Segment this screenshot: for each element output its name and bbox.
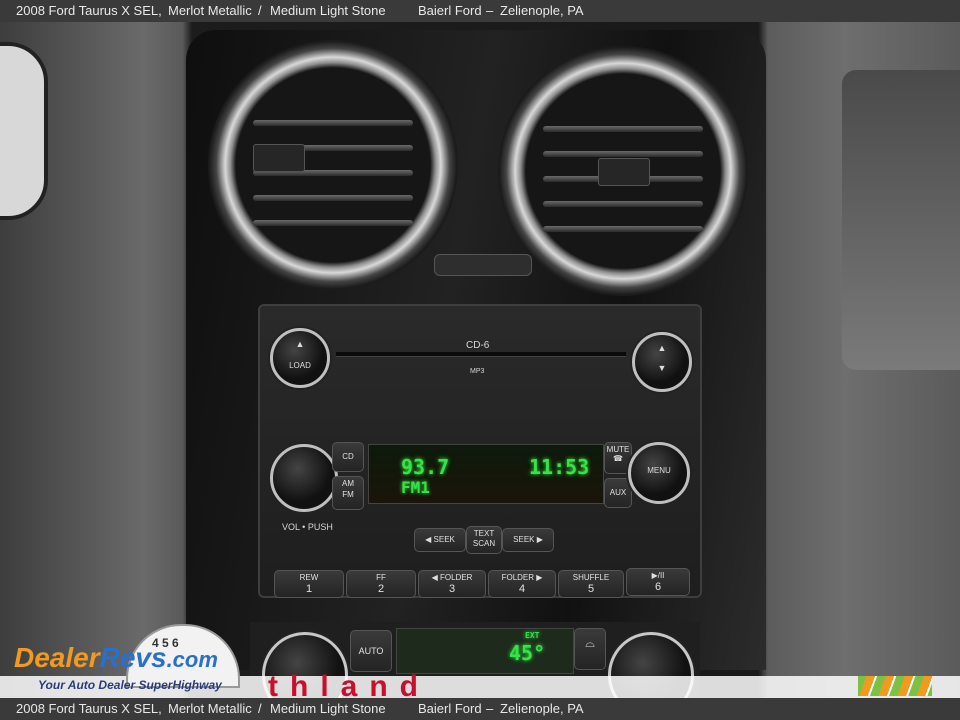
display-frequency: 93.7: [401, 455, 450, 479]
left-air-vent[interactable]: [208, 40, 458, 290]
caption-vehicle: 2008 Ford Taurus X SEL,: [16, 701, 162, 716]
volume-knob[interactable]: [270, 444, 338, 512]
cd-slot[interactable]: [336, 352, 626, 357]
caption-dealer: Baierl Ford: [418, 701, 482, 716]
display-band: FM1: [401, 478, 430, 497]
preset-button-2[interactable]: FF 2: [346, 570, 416, 598]
preset-number: 4: [518, 582, 526, 595]
tune-rocker[interactable]: ▲ ▼: [632, 332, 692, 392]
preset-label: ◀ FOLDER: [431, 573, 473, 582]
scan-label: SCAN: [472, 538, 496, 548]
preset-label: ▶/II: [651, 571, 665, 580]
menu-label: MENU: [647, 466, 671, 475]
preset-number: 3: [448, 582, 456, 595]
preset-label: FF: [376, 573, 386, 582]
cd6-label: CD-6: [466, 340, 490, 351]
caption-dash: –: [486, 3, 494, 18]
load-label: LOAD: [289, 361, 311, 370]
brand-tagline: Your Auto Dealer SuperHighway: [38, 678, 222, 692]
fm-label: FM: [342, 489, 354, 499]
preset-label: REW: [299, 573, 319, 582]
text-label: TEXT: [473, 529, 495, 538]
aux-button[interactable]: AUX: [604, 478, 632, 508]
eject-icon: ▲: [295, 339, 305, 349]
caption-separator: /: [258, 3, 262, 18]
radio-head-unit: CD-6 MP3 ▲ LOAD ▲ ▼ VOL • PUSH CD AM FM …: [258, 304, 702, 598]
phone-icon: ☎: [613, 453, 623, 463]
seek-up-button[interactable]: SEEK ▶: [502, 528, 554, 552]
stripes-icon: [858, 676, 932, 696]
brand-prefix: Dealer: [14, 642, 100, 673]
bottom-caption-bar: 2008 Ford Taurus X SEL, Merlot Metallic …: [0, 698, 960, 720]
load-button[interactable]: ▲ LOAD: [270, 328, 330, 388]
preset-number: 1: [305, 582, 313, 595]
vent-tab[interactable]: [253, 144, 305, 172]
caption-interior: Medium Light Stone: [270, 701, 386, 716]
brand-suffix: .com: [166, 647, 218, 672]
preset-button-1[interactable]: REW 1: [274, 570, 344, 598]
caption-location: Zelienople, PA: [500, 3, 584, 18]
right-air-vent[interactable]: [498, 46, 748, 296]
caption-exterior: Merlot Metallic: [168, 3, 252, 18]
preset-button-5[interactable]: SHUFFLE 5: [558, 570, 624, 598]
right-dash-panel: [842, 70, 960, 370]
down-arrow-icon: ▼: [657, 363, 667, 373]
hazard-button[interactable]: [434, 254, 532, 276]
caption-separator: /: [258, 701, 262, 716]
preset-label: FOLDER ▶: [501, 573, 543, 582]
text-scan-button[interactable]: TEXT SCAN: [466, 526, 502, 554]
radio-display: 93.7 FM1 11:53: [368, 444, 604, 504]
caption-interior: Medium Light Stone: [270, 3, 386, 18]
preset-number: 5: [587, 582, 595, 595]
preset-button-6[interactable]: ▶/II 6: [626, 568, 690, 596]
caption-dash: –: [486, 701, 494, 716]
caption-location: Zelienople, PA: [500, 701, 584, 716]
caption-vehicle: 2008 Ford Taurus X SEL,: [16, 3, 162, 18]
dashboard-photo: CD-6 MP3 ▲ LOAD ▲ ▼ VOL • PUSH CD AM FM …: [0, 22, 960, 698]
vent-tab[interactable]: [598, 158, 650, 186]
brand-mid: Revs: [99, 642, 167, 673]
instrument-gauge: [0, 42, 48, 220]
caption-dealer: Baierl Ford: [418, 3, 482, 18]
preset-number: 6: [654, 580, 662, 593]
preset-button-4[interactable]: FOLDER ▶ 4: [488, 570, 556, 598]
cd-button[interactable]: CD: [332, 442, 364, 472]
vol-push-label: VOL • PUSH: [282, 522, 333, 532]
preset-label: SHUFFLE: [572, 573, 610, 582]
display-clock: 11:53: [529, 455, 590, 479]
mp3-label: MP3: [470, 368, 485, 375]
dealer-watermark: thland 4 5 6 DealerRevs.com Your Auto De…: [0, 620, 960, 698]
brand-logo: DealerRevs.com: [14, 642, 218, 674]
am-fm-button[interactable]: AM FM: [332, 476, 364, 510]
seek-down-button[interactable]: ◀ SEEK: [414, 528, 466, 552]
caption-exterior: Merlot Metallic: [168, 701, 252, 716]
am-label: AM: [342, 479, 354, 488]
menu-button[interactable]: MENU: [628, 442, 690, 504]
preset-button-3[interactable]: ◀ FOLDER 3: [418, 570, 486, 598]
preset-number: 2: [377, 582, 385, 595]
up-arrow-icon: ▲: [657, 343, 667, 353]
banner-text: thland: [268, 670, 430, 698]
top-caption-bar: 2008 Ford Taurus X SEL, Merlot Metallic …: [0, 0, 960, 22]
